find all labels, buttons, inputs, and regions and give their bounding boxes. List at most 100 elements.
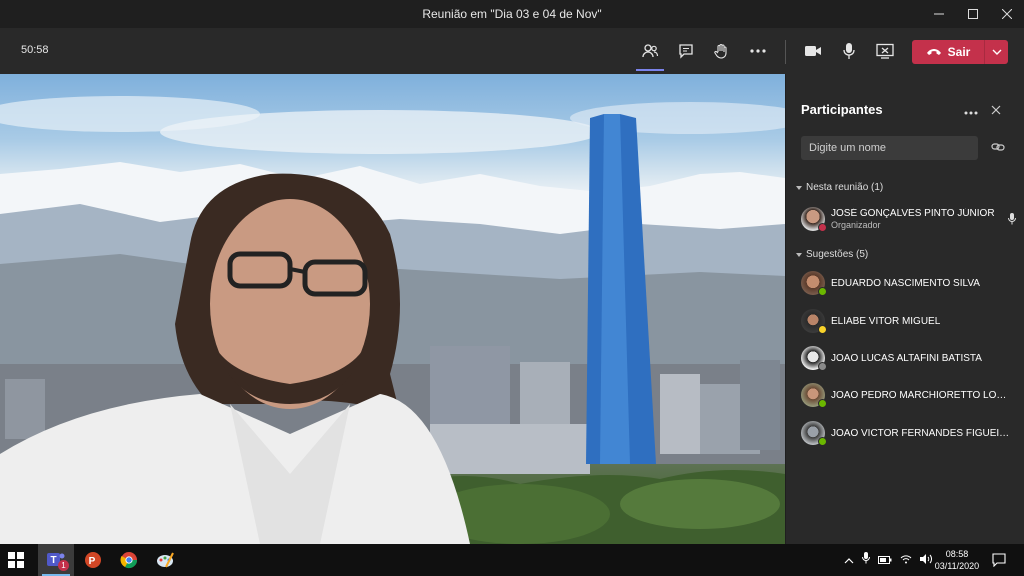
participant-item[interactable]: JOSÉ GONÇALVES PINTO JÚNIOR Organizador bbox=[801, 206, 1016, 232]
suggested-participant-item[interactable]: JOAO PEDRO MARCHIORETTO LOPES bbox=[801, 382, 1016, 408]
mic-toggle-button[interactable] bbox=[838, 40, 860, 62]
suggested-participant-item[interactable]: ELIABE VITOR MIGUEL bbox=[801, 308, 1016, 334]
raise-hand-icon bbox=[714, 43, 727, 59]
tray-battery-button[interactable] bbox=[878, 551, 892, 569]
tray-overflow-button[interactable] bbox=[844, 551, 854, 569]
participant-name: JOSÉ GONÇALVES PINTO JÚNIOR bbox=[831, 208, 995, 219]
participant-role: Organizador bbox=[831, 220, 881, 230]
taskbar-teams-app[interactable]: T 1 bbox=[38, 544, 74, 576]
in-meeting-header-label: Nesta reunião (1) bbox=[806, 182, 884, 193]
close-window-button[interactable] bbox=[990, 0, 1024, 28]
leave-options-dropdown[interactable] bbox=[985, 40, 1008, 64]
suggestions-section-header[interactable]: Sugestões (5) bbox=[796, 249, 868, 260]
leave-meeting-button[interactable]: Sair bbox=[912, 40, 1008, 64]
participants-panel: Participantes Nesta reunião (1) JOSÉ GON… bbox=[786, 74, 1024, 544]
chevron-down-icon bbox=[992, 49, 1001, 55]
avatar bbox=[801, 421, 827, 446]
meeting-toolbar: 50:58 bbox=[0, 28, 1024, 74]
taskbar-clock[interactable]: 08:58 03/11/2020 bbox=[932, 548, 982, 572]
panel-more-button[interactable] bbox=[964, 102, 978, 118]
microphone-icon bbox=[862, 552, 870, 564]
svg-text:T: T bbox=[50, 555, 56, 566]
status-badge bbox=[818, 287, 827, 296]
avatar bbox=[801, 207, 827, 232]
leave-label: Sair bbox=[947, 45, 971, 59]
maximize-icon bbox=[968, 9, 978, 19]
notification-icon bbox=[992, 553, 1006, 568]
maximize-button[interactable] bbox=[956, 0, 990, 28]
video-background-image bbox=[0, 96, 785, 544]
chat-icon bbox=[679, 44, 693, 59]
share-screen-button[interactable] bbox=[874, 40, 896, 62]
window-controls bbox=[922, 0, 1024, 28]
participant-name: ELIABE VITOR MIGUEL bbox=[831, 315, 941, 327]
video-feed bbox=[0, 74, 785, 544]
taskbar: T 1 P 08:58 03/11/2020 bbox=[0, 544, 1024, 576]
window-title: Reunião em "Dia 03 e 04 de Nov" bbox=[422, 7, 602, 21]
status-badge bbox=[818, 437, 827, 446]
status-badge bbox=[818, 362, 827, 371]
taskbar-paint-app[interactable] bbox=[147, 544, 183, 576]
participant-name: EDUARDO NASCIMENTO SILVA bbox=[831, 277, 980, 289]
avatar bbox=[801, 271, 827, 296]
panel-title: Participantes bbox=[801, 102, 883, 117]
start-button[interactable] bbox=[8, 552, 24, 573]
avatar bbox=[801, 383, 827, 408]
svg-text:P: P bbox=[89, 556, 96, 567]
meeting-timer: 50:58 bbox=[21, 44, 49, 56]
chevron-up-icon bbox=[844, 558, 854, 564]
in-meeting-section-header[interactable]: Nesta reunião (1) bbox=[796, 182, 883, 193]
taskbar-chrome-app[interactable] bbox=[111, 544, 147, 576]
participant-search-input[interactable] bbox=[801, 136, 978, 160]
leave-main-button[interactable]: Sair bbox=[912, 40, 984, 64]
status-badge bbox=[818, 325, 827, 334]
show-chat-button[interactable] bbox=[675, 40, 697, 62]
suggested-participant-item[interactable]: JOAO VICTOR FERNANDES FIGUEIRE... bbox=[801, 420, 1016, 446]
raise-hand-button[interactable] bbox=[710, 40, 732, 62]
tray-mic-button[interactable] bbox=[862, 551, 870, 569]
taskbar-powerpoint-app[interactable]: P bbox=[75, 544, 111, 576]
more-icon bbox=[750, 49, 766, 53]
participant-name: JOAO VICTOR FERNANDES FIGUEIRE... bbox=[831, 427, 1011, 439]
participant-mic-status bbox=[1008, 212, 1016, 230]
windows-icon bbox=[8, 552, 24, 568]
minimize-icon bbox=[934, 13, 944, 15]
more-icon bbox=[964, 111, 978, 115]
close-icon bbox=[991, 105, 1001, 115]
chevron-down-icon bbox=[796, 252, 802, 257]
camera-toggle-button[interactable] bbox=[802, 40, 824, 62]
close-icon bbox=[1002, 9, 1012, 19]
minimize-button[interactable] bbox=[922, 0, 956, 28]
camera-icon bbox=[805, 46, 821, 56]
battery-icon bbox=[878, 556, 892, 564]
suggested-participant-item[interactable]: EDUARDO NASCIMENTO SILVA bbox=[801, 270, 1016, 296]
window-titlebar: Reunião em "Dia 03 e 04 de Nov" bbox=[0, 0, 1024, 28]
hang-up-icon bbox=[926, 49, 941, 55]
status-badge bbox=[818, 399, 827, 408]
chrome-icon bbox=[120, 552, 138, 569]
more-actions-button[interactable] bbox=[747, 40, 769, 62]
show-participants-button[interactable] bbox=[636, 40, 664, 71]
panel-close-button[interactable] bbox=[991, 102, 1001, 118]
microphone-icon bbox=[1008, 213, 1016, 225]
action-center-button[interactable] bbox=[992, 553, 1006, 572]
toolbar-divider bbox=[785, 40, 786, 64]
clock-date: 03/11/2020 bbox=[934, 561, 980, 571]
tray-network-button[interactable] bbox=[900, 551, 912, 569]
notification-badge: 1 bbox=[58, 560, 69, 571]
link-icon bbox=[991, 143, 1005, 151]
suggested-participant-item[interactable]: JOAO LUCAS ALTAFINI BATISTA bbox=[801, 345, 1016, 371]
avatar bbox=[801, 346, 827, 371]
chevron-down-icon bbox=[796, 185, 802, 190]
wifi-icon bbox=[900, 555, 912, 564]
powerpoint-icon: P bbox=[85, 552, 101, 568]
share-invite-button[interactable] bbox=[991, 140, 1005, 158]
paint-icon bbox=[157, 552, 174, 568]
status-badge bbox=[818, 223, 827, 232]
microphone-icon bbox=[843, 43, 855, 59]
stop-share-icon bbox=[876, 43, 894, 59]
participant-name: JOAO LUCAS ALTAFINI BATISTA bbox=[831, 352, 982, 364]
participants-icon bbox=[642, 44, 659, 58]
participant-name: JOAO PEDRO MARCHIORETTO LOPES bbox=[831, 389, 1011, 401]
system-tray bbox=[844, 544, 934, 576]
